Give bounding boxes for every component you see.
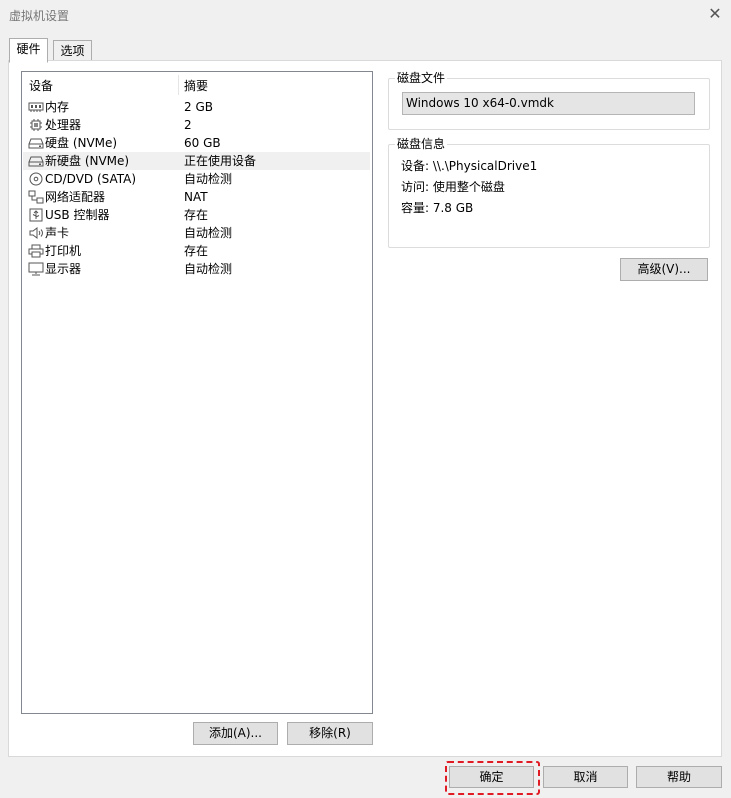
device-summary: 存在 — [184, 244, 209, 258]
device-name: 硬盘 (NVMe) — [45, 136, 118, 150]
device-summary: 自动检测 — [184, 172, 233, 186]
device-summary: 2 GB — [184, 100, 213, 114]
device-row[interactable]: 打印机 存在 — [23, 242, 370, 260]
device-row[interactable]: 声卡 自动检测 — [23, 224, 370, 242]
device-summary: 正在使用设备 — [184, 154, 257, 168]
usb-controller-icon — [28, 208, 44, 222]
disk-access-text: 访问: 使用整个磁盘 — [401, 180, 505, 194]
device-summary: 自动检测 — [184, 262, 233, 276]
device-summary: 2 — [184, 118, 192, 132]
display-icon — [28, 262, 44, 276]
device-row[interactable]: 显示器 自动检测 — [23, 260, 370, 278]
device-row[interactable]: CD/DVD (SATA) 自动检测 — [23, 170, 370, 188]
disk-file-group: 磁盘文件 Windows 10 x64-0.vmdk — [388, 71, 710, 130]
device-name: CD/DVD (SATA) — [45, 172, 137, 186]
processor-icon — [28, 118, 44, 132]
hard-disk-icon — [28, 154, 44, 168]
device-name: 新硬盘 (NVMe) — [45, 154, 130, 168]
tab-options[interactable]: 选项 — [53, 40, 92, 61]
ok-button[interactable]: 确定 — [449, 766, 534, 788]
column-divider[interactable] — [178, 75, 179, 95]
device-summary: 自动检测 — [184, 226, 233, 240]
add-device-button[interactable]: 添加(A)... — [193, 722, 278, 745]
device-row[interactable]: 新硬盘 (NVMe) 正在使用设备 — [23, 152, 370, 170]
device-row[interactable]: 处理器 2 — [23, 116, 370, 134]
disk-info-group: 磁盘信息 设备: \\.\PhysicalDrive1 访问: 使用整个磁盘 容… — [388, 137, 710, 248]
device-row[interactable]: 网络适配器 NAT — [23, 188, 370, 206]
device-row[interactable]: 内存 2 GB — [23, 98, 370, 116]
column-header-device[interactable]: 设备 — [29, 75, 53, 97]
device-name: 处理器 — [45, 118, 82, 132]
device-name: 声卡 — [45, 226, 70, 240]
disk-file-field: Windows 10 x64-0.vmdk — [402, 92, 695, 115]
window-title: 虚拟机设置 — [9, 9, 70, 23]
advanced-button[interactable]: 高级(V)... — [620, 258, 708, 281]
help-button[interactable]: 帮助 — [636, 766, 722, 788]
device-row[interactable]: 硬盘 (NVMe) 60 GB — [23, 134, 370, 152]
device-name: 网络适配器 — [45, 190, 106, 204]
printer-icon — [28, 244, 44, 258]
disk-info-label: 磁盘信息 — [395, 137, 448, 151]
cd-dvd-icon — [28, 172, 44, 186]
device-summary: NAT — [184, 190, 208, 204]
close-icon[interactable]: ✕ — [707, 5, 723, 23]
disk-device-text: 设备: \\.\PhysicalDrive1 — [401, 159, 538, 173]
column-header-summary[interactable]: 摘要 — [184, 75, 208, 97]
device-summary: 60 GB — [184, 136, 221, 150]
network-adapter-icon — [28, 190, 44, 204]
device-summary: 存在 — [184, 208, 209, 222]
device-row[interactable]: USB 控制器 存在 — [23, 206, 370, 224]
device-name: 打印机 — [45, 244, 82, 258]
device-name: USB 控制器 — [45, 208, 110, 222]
device-list[interactable]: 设备 摘要 内存 2 GB 处理器 2 硬盘 (NVMe) 60 GB 新硬盘 (NVMe)… — [21, 71, 373, 714]
remove-device-button[interactable]: 移除(R) — [287, 722, 373, 745]
tab-hardware[interactable]: 硬件 — [9, 38, 48, 63]
hard-disk-icon — [28, 136, 44, 150]
sound-card-icon — [28, 226, 44, 240]
device-name: 内存 — [45, 100, 70, 114]
cancel-button[interactable]: 取消 — [543, 766, 628, 788]
device-name: 显示器 — [45, 262, 82, 276]
memory-icon — [28, 100, 44, 114]
disk-capacity-text: 容量: 7.8 GB — [401, 201, 474, 215]
disk-file-label: 磁盘文件 — [395, 71, 448, 85]
